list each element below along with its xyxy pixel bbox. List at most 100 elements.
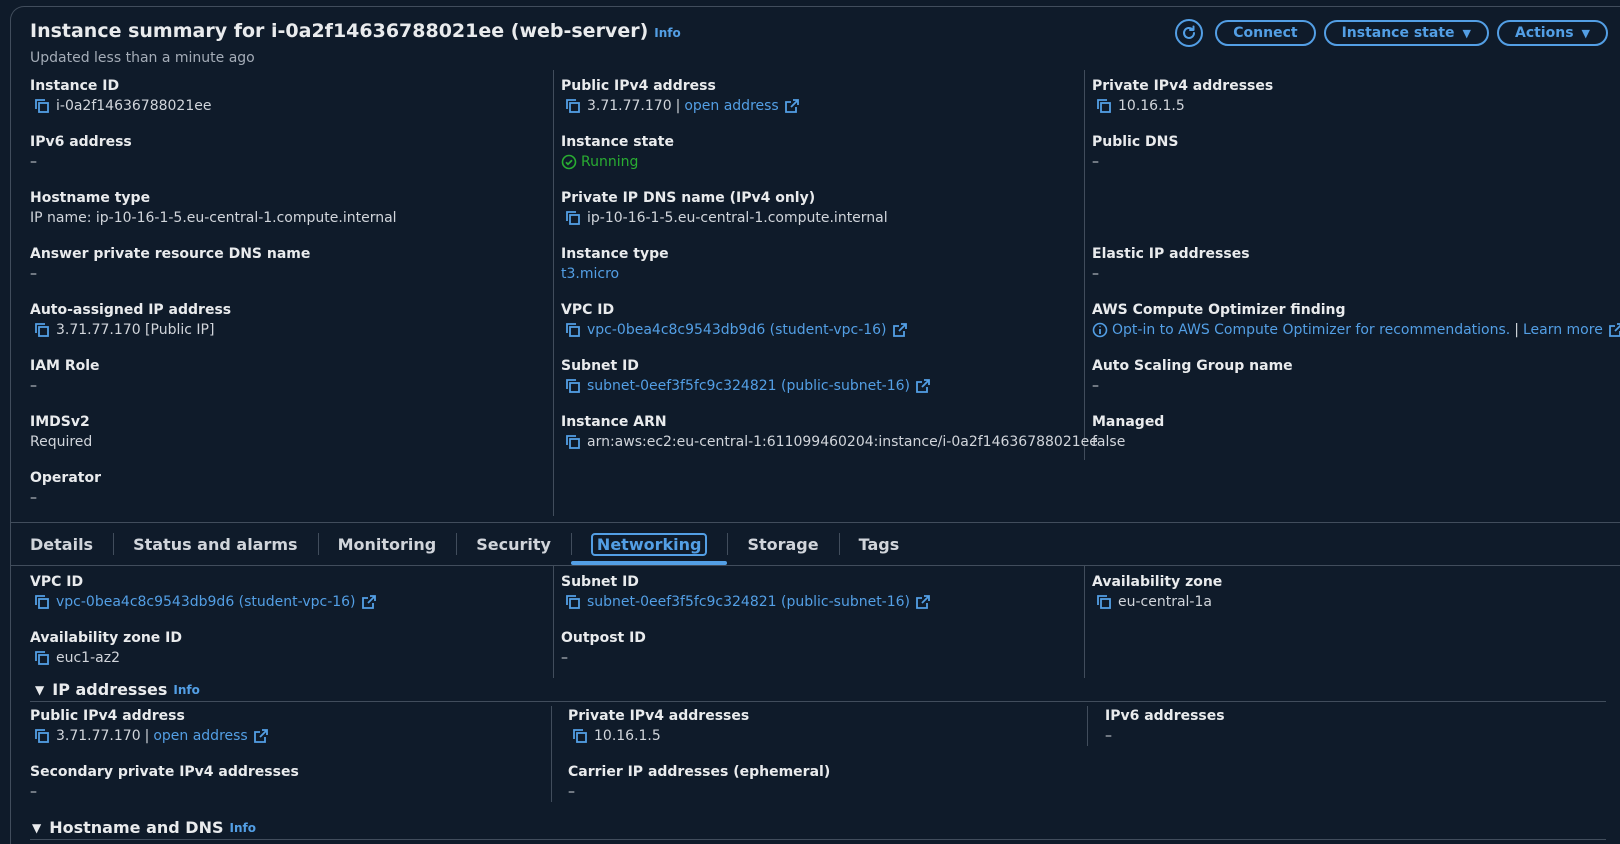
field-label: IPv6 addresses [1105,708,1225,724]
open-address-link[interactable]: open address [684,96,778,116]
section-title: IP addresses [52,680,168,699]
copy-icon[interactable] [565,594,581,610]
info-link[interactable]: Info [229,821,255,835]
info-link[interactable]: Info [654,26,680,40]
copy-icon[interactable] [565,210,581,226]
ip-addresses-toggle[interactable]: ▼ IP addresses Info [35,680,200,699]
field-label: AWS Compute Optimizer finding [1092,302,1346,318]
field-label: Instance type [561,246,669,262]
actions-button[interactable]: Actions ▼ [1496,20,1608,46]
asg-name-field: Auto Scaling Group name – [1092,357,1293,396]
instance-type-link[interactable]: t3.micro [561,264,669,284]
tab-details[interactable]: Details [10,523,113,565]
compute-optimizer-field: AWS Compute Optimizer finding Opt-in to … [1092,301,1620,340]
subnet-id-link[interactable]: subnet-0eef3f5fc9c324821 (public-subnet-… [587,592,910,612]
tab-label: Networking [590,532,708,556]
field-label: Instance state [561,134,674,150]
copy-icon[interactable] [34,98,50,114]
field-value: eu-central-1a [1118,594,1212,610]
field-value: – [1092,378,1099,394]
field-label: Hostname type [30,190,151,206]
page-title-text: Instance summary for i-0a2f14636788021ee… [30,20,649,42]
vpc-id-link[interactable]: vpc-0bea4c8c9543db9d6 (student-vpc-16) [56,592,356,612]
imdsv2-field: IMDSv2 Required [30,413,92,452]
external-link-icon[interactable] [892,322,907,338]
field-value: Required [30,434,93,450]
tab-status-and-alarms[interactable]: Status and alarms [113,523,317,565]
external-link-icon[interactable] [361,594,376,610]
copy-icon[interactable] [34,728,50,744]
field-value: IP name: ip-10-16-1-5.eu-central-1.compu… [30,210,397,226]
info-link[interactable]: Info [173,683,199,697]
outpost-id-field: Outpost ID – [561,629,646,668]
connect-button[interactable]: Connect [1215,20,1316,46]
tab-monitoring[interactable]: Monitoring [317,523,457,565]
field-label: Subnet ID [561,574,639,590]
column-divider [1084,566,1085,678]
column-divider [551,706,552,802]
learn-more-link[interactable]: Learn more [1523,320,1603,340]
tab-label: Status and alarms [133,534,298,554]
tab-label: Tags [858,534,900,554]
copy-icon[interactable] [1096,98,1112,114]
copy-icon[interactable] [1096,594,1112,610]
actions-label: Actions [1514,25,1574,41]
copy-icon[interactable] [565,98,581,114]
external-link-icon[interactable] [784,98,799,114]
field-label: Elastic IP addresses [1092,246,1250,262]
column-divider [553,70,554,516]
field-label: Instance ID [30,78,120,94]
tab-security[interactable]: Security [456,523,571,565]
caret-down-icon: ▼ [32,820,42,835]
copy-icon[interactable] [572,728,588,744]
field-value: 3.71.77.170 [587,98,672,114]
hostname-dns-toggle[interactable]: ▼ Hostname and DNS Info [32,818,256,837]
tab-tags[interactable]: Tags [838,523,920,565]
field-value: – [1092,154,1099,170]
copy-icon[interactable] [34,322,50,338]
field-label: Answer private resource DNS name [30,246,311,262]
field-label: Private IP DNS name (IPv4 only) [561,190,816,206]
field-label: IMDSv2 [30,414,90,430]
instance-state-field: Instance state Running [561,133,674,172]
external-link-icon[interactable] [1608,322,1620,338]
section-title: Hostname and DNS [49,818,224,837]
compute-optimizer-link[interactable]: Opt-in to AWS Compute Optimizer for reco… [1112,320,1510,340]
net-subnet-id-field: Subnet ID subnet-0eef3f5fc9c324821 (publ… [561,573,930,612]
field-label: Subnet ID [561,358,639,374]
managed-field: Managed false [1092,413,1164,452]
field-label: Private IPv4 addresses [568,708,750,724]
field-value: euc1-az2 [56,650,120,666]
copy-icon[interactable] [565,434,581,450]
field-label: Secondary private IPv4 addresses [30,764,299,780]
tab-label: Details [30,534,94,554]
field-value: – [561,650,568,666]
subnet-id-link[interactable]: subnet-0eef3f5fc9c324821 (public-subnet-… [587,376,910,396]
external-link-icon[interactable] [915,594,930,610]
check-circle-icon [561,154,577,170]
open-address-link[interactable]: open address [153,726,247,746]
instance-state-button[interactable]: Instance state ▼ [1323,20,1489,46]
tab-networking[interactable]: Networking [570,523,728,565]
section-divider [30,839,1606,840]
external-link-icon[interactable] [915,378,930,394]
separator: | [1514,322,1519,338]
copy-icon[interactable] [565,378,581,394]
field-value: – [30,378,37,394]
subnet-id-field: Subnet ID subnet-0eef3f5fc9c324821 (publ… [561,357,930,396]
copy-icon[interactable] [565,322,581,338]
copy-icon[interactable] [34,650,50,666]
private-dns-field: Private IP DNS name (IPv4 only) ip-10-16… [561,189,888,228]
copy-icon[interactable] [34,594,50,610]
field-label: VPC ID [30,574,84,590]
tab-storage[interactable]: Storage [727,523,838,565]
refresh-button[interactable] [1175,19,1204,47]
caret-down-icon: ▼ [1462,26,1471,40]
instance-id-field: Instance ID i-0a2f14636788021ee [30,77,211,116]
header-actions: Connect Instance state ▼ Actions ▼ [1175,19,1608,47]
page-title: Instance summary for i-0a2f14636788021ee… [30,20,681,42]
vpc-id-link[interactable]: vpc-0bea4c8c9543db9d6 (student-vpc-16) [587,320,887,340]
az-id-field: Availability zone ID euc1-az2 [30,629,182,668]
external-link-icon[interactable] [253,728,268,744]
private-ipv4-field: Private IPv4 addresses 10.16.1.5 [1092,77,1273,116]
